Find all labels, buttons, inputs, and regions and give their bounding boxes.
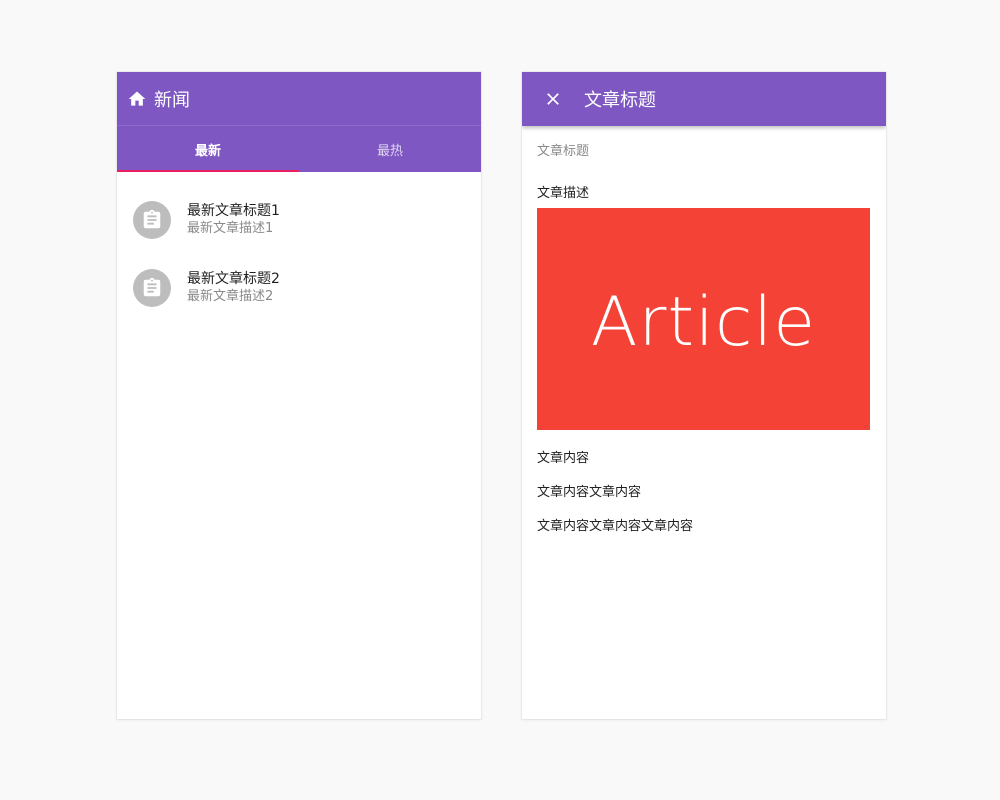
list-item-title: 最新文章标题1: [187, 203, 280, 219]
list-item-desc: 最新文章描述1: [187, 221, 274, 236]
news-tabs: 最新 最热: [117, 126, 481, 172]
tab-hot[interactable]: 最热: [299, 126, 481, 172]
article-image: Article: [537, 208, 870, 430]
list-item-desc: 最新文章描述2: [187, 289, 274, 304]
list-item[interactable]: 最新文章标题2 最新文章描述2: [117, 254, 481, 322]
article-screen: 文章标题 文章标题 文章描述 Article 文章内容 文章内容文章内容 文章内…: [522, 72, 886, 719]
article-app-bar: 文章标题: [522, 72, 886, 126]
close-icon[interactable]: [542, 88, 564, 110]
article-description: 文章描述: [537, 186, 590, 201]
clipboard-icon: [133, 269, 171, 307]
article-app-title: 文章标题: [584, 90, 656, 111]
home-icon[interactable]: [126, 88, 148, 110]
article-paragraph: 文章内容: [537, 451, 590, 466]
article-body: 文章标题 文章描述 Article 文章内容 文章内容文章内容 文章内容文章内容…: [522, 126, 886, 544]
article-image-text: Article: [590, 282, 817, 362]
tab-latest-label: 最新: [194, 143, 221, 159]
news-app-bar: 新闻: [117, 72, 481, 126]
list-item-title: 最新文章标题2: [187, 271, 280, 287]
article-content: 文章内容 文章内容文章内容 文章内容文章内容文章内容: [537, 442, 871, 544]
article-paragraph: 文章内容文章内容文章内容: [537, 519, 694, 534]
tab-indicator: [117, 170, 299, 172]
article-paragraph: 文章内容文章内容: [537, 485, 642, 500]
tab-latest[interactable]: 最新: [117, 126, 299, 172]
list-item[interactable]: 最新文章标题1 最新文章描述1: [117, 186, 481, 254]
news-app-title: 新闻: [154, 89, 190, 111]
article-title: 文章标题: [537, 144, 590, 159]
news-list: 最新文章标题1 最新文章描述1 最新文章标题2 最新文章描述2: [117, 172, 481, 322]
tab-hot-label: 最热: [376, 143, 403, 159]
news-screen: 新闻 最新 最热 最新文章标题1 最新文章描述1 最新文章标题2 最新文章描述2: [117, 72, 481, 719]
clipboard-icon: [133, 201, 171, 239]
